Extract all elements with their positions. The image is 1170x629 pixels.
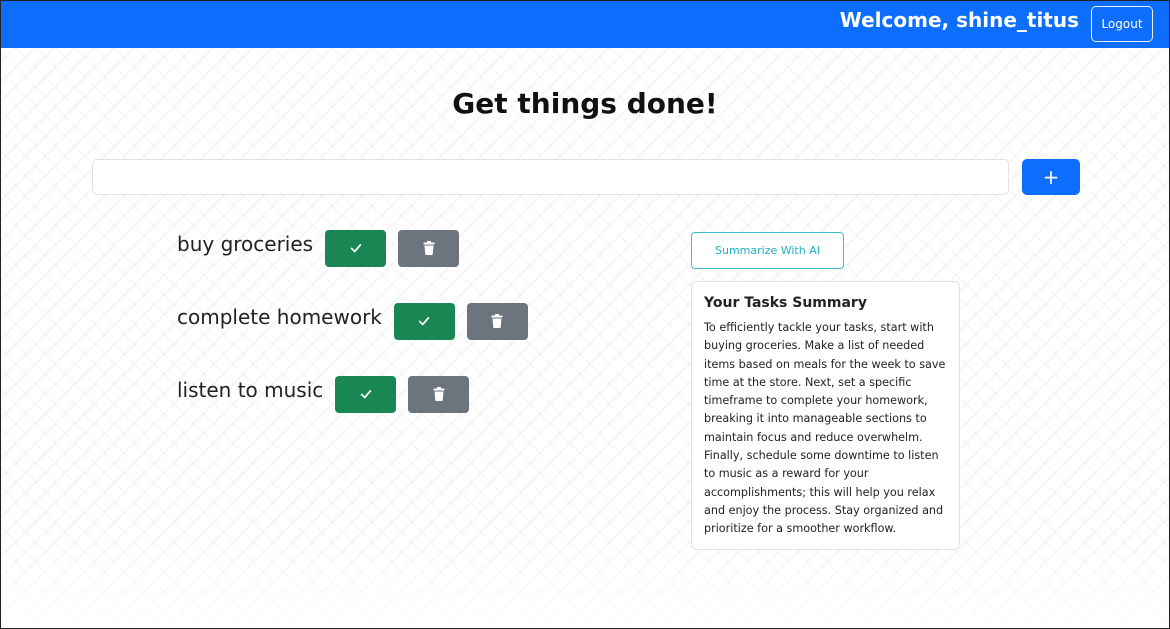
complete-task-button[interactable] bbox=[335, 375, 397, 413]
task-item: buy groceries bbox=[177, 229, 637, 267]
trash-icon bbox=[491, 314, 503, 328]
complete-task-button[interactable] bbox=[393, 302, 455, 340]
delete-task-button[interactable] bbox=[466, 302, 528, 340]
summarize-ai-button[interactable]: Summarize With AI bbox=[691, 232, 844, 269]
check-icon bbox=[359, 387, 373, 401]
logout-button[interactable]: Logout bbox=[1091, 6, 1153, 42]
delete-task-button[interactable] bbox=[408, 375, 470, 413]
tasks-summary-card: Your Tasks Summary To efficiently tackle… bbox=[691, 281, 960, 550]
summary-title: Your Tasks Summary bbox=[704, 295, 867, 311]
app-frame: Welcome, shine_titus Logout Get things d… bbox=[0, 0, 1170, 629]
new-task-input[interactable] bbox=[92, 159, 1009, 195]
task-item: listen to music bbox=[177, 375, 637, 413]
task-label: buy groceries bbox=[177, 232, 314, 256]
task-label: complete homework bbox=[177, 305, 382, 329]
top-navbar: Welcome, shine_titus Logout bbox=[1, 1, 1169, 48]
check-icon bbox=[349, 241, 363, 255]
task-label: listen to music bbox=[177, 378, 324, 402]
task-item: complete homework bbox=[177, 302, 637, 340]
add-task-button[interactable]: + bbox=[1022, 159, 1080, 195]
complete-task-button[interactable] bbox=[325, 229, 387, 267]
trash-icon bbox=[423, 241, 435, 255]
check-icon bbox=[417, 314, 431, 328]
delete-task-button[interactable] bbox=[398, 229, 460, 267]
page-title: Get things done! bbox=[452, 87, 718, 120]
summary-text: To efficiently tackle your tasks, start … bbox=[704, 321, 946, 536]
trash-icon bbox=[433, 387, 445, 401]
welcome-text: Welcome, shine_titus bbox=[839, 8, 1079, 32]
task-list: buy groceries complete homework listen t… bbox=[177, 229, 637, 448]
